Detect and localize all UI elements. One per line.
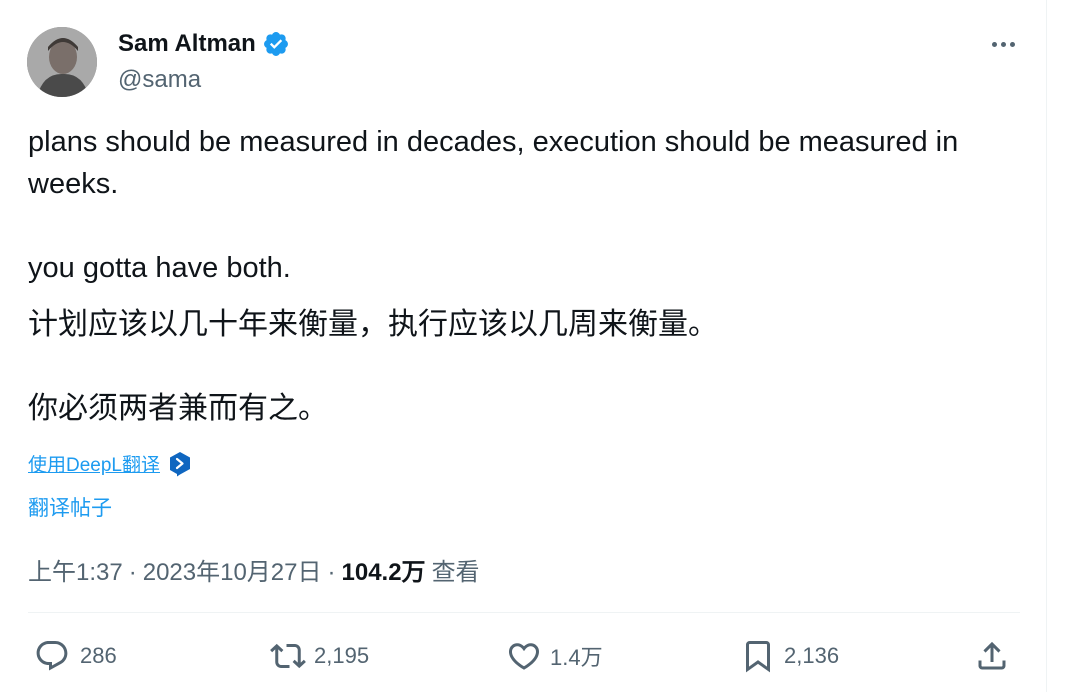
- tweet-paragraph: plans should be measured in decades, exe…: [28, 126, 959, 200]
- deepl-logo-icon: [170, 451, 190, 476]
- bookmark-icon: [746, 641, 770, 673]
- view-label: 查看: [431, 559, 480, 586]
- author-handle[interactable]: @sama: [118, 66, 201, 94]
- verified-badge-icon: [263, 32, 288, 56]
- more-dot-icon: [1009, 41, 1015, 47]
- author-display-name[interactable]: Sam Altman: [118, 30, 256, 58]
- repost-button[interactable]: 2,195: [270, 634, 369, 678]
- like-button[interactable]: 1.4万: [506, 634, 603, 678]
- more-dot-icon: [991, 41, 997, 47]
- more-dot-icon: [1000, 41, 1006, 47]
- meta-separator: ·: [128, 559, 137, 586]
- divider: [28, 612, 1020, 613]
- translated-text: 计划应该以几十年来衡量，执行应该以几周来衡量。 你必须两者兼而有之。: [28, 305, 1028, 429]
- paragraph-spacer: [28, 205, 1028, 247]
- author-name-row[interactable]: Sam Altman: [118, 30, 290, 58]
- paragraph-spacer: [28, 345, 1028, 389]
- bookmark-count: 2,136: [784, 643, 840, 668]
- reply-icon: [36, 641, 68, 671]
- tweet-paragraph: you gotta have both.: [28, 252, 291, 284]
- view-count: 104.2万: [341, 559, 426, 586]
- reply-count: 286: [80, 643, 117, 668]
- share-button[interactable]: [974, 634, 1010, 678]
- translated-paragraph: 你必须两者兼而有之。: [28, 392, 328, 425]
- bookmark-button[interactable]: 2,136: [740, 634, 839, 678]
- tweet-text: plans should be measured in decades, exe…: [28, 121, 1028, 289]
- deepl-translate-link[interactable]: 使用DeepL翻译: [28, 450, 160, 477]
- translated-paragraph: 计划应该以几十年来衡量，执行应该以几周来衡量。: [28, 308, 718, 341]
- more-options-button[interactable]: [988, 34, 1018, 54]
- tweet-time[interactable]: 上午1:37: [28, 552, 123, 587]
- reply-button[interactable]: 286: [34, 634, 117, 678]
- tweet-meta: 上午1:37 · 2023年10月27日 · 104.2万 查看: [28, 552, 480, 587]
- repost-count: 2,195: [314, 643, 370, 668]
- timeline-border: [1046, 0, 1047, 692]
- like-count: 1.4万: [550, 645, 603, 670]
- meta-separator: ·: [327, 559, 336, 586]
- avatar[interactable]: [27, 27, 97, 97]
- heart-icon: [508, 643, 540, 670]
- avatar-photo-icon: [27, 27, 97, 97]
- translate-post-link[interactable]: 翻译帖子: [28, 492, 112, 522]
- share-icon: [978, 641, 1006, 670]
- repost-icon: [270, 643, 306, 669]
- tweet-date[interactable]: 2023年10月27日: [143, 552, 322, 587]
- deepl-translate-row[interactable]: 使用DeepL翻译: [28, 450, 192, 477]
